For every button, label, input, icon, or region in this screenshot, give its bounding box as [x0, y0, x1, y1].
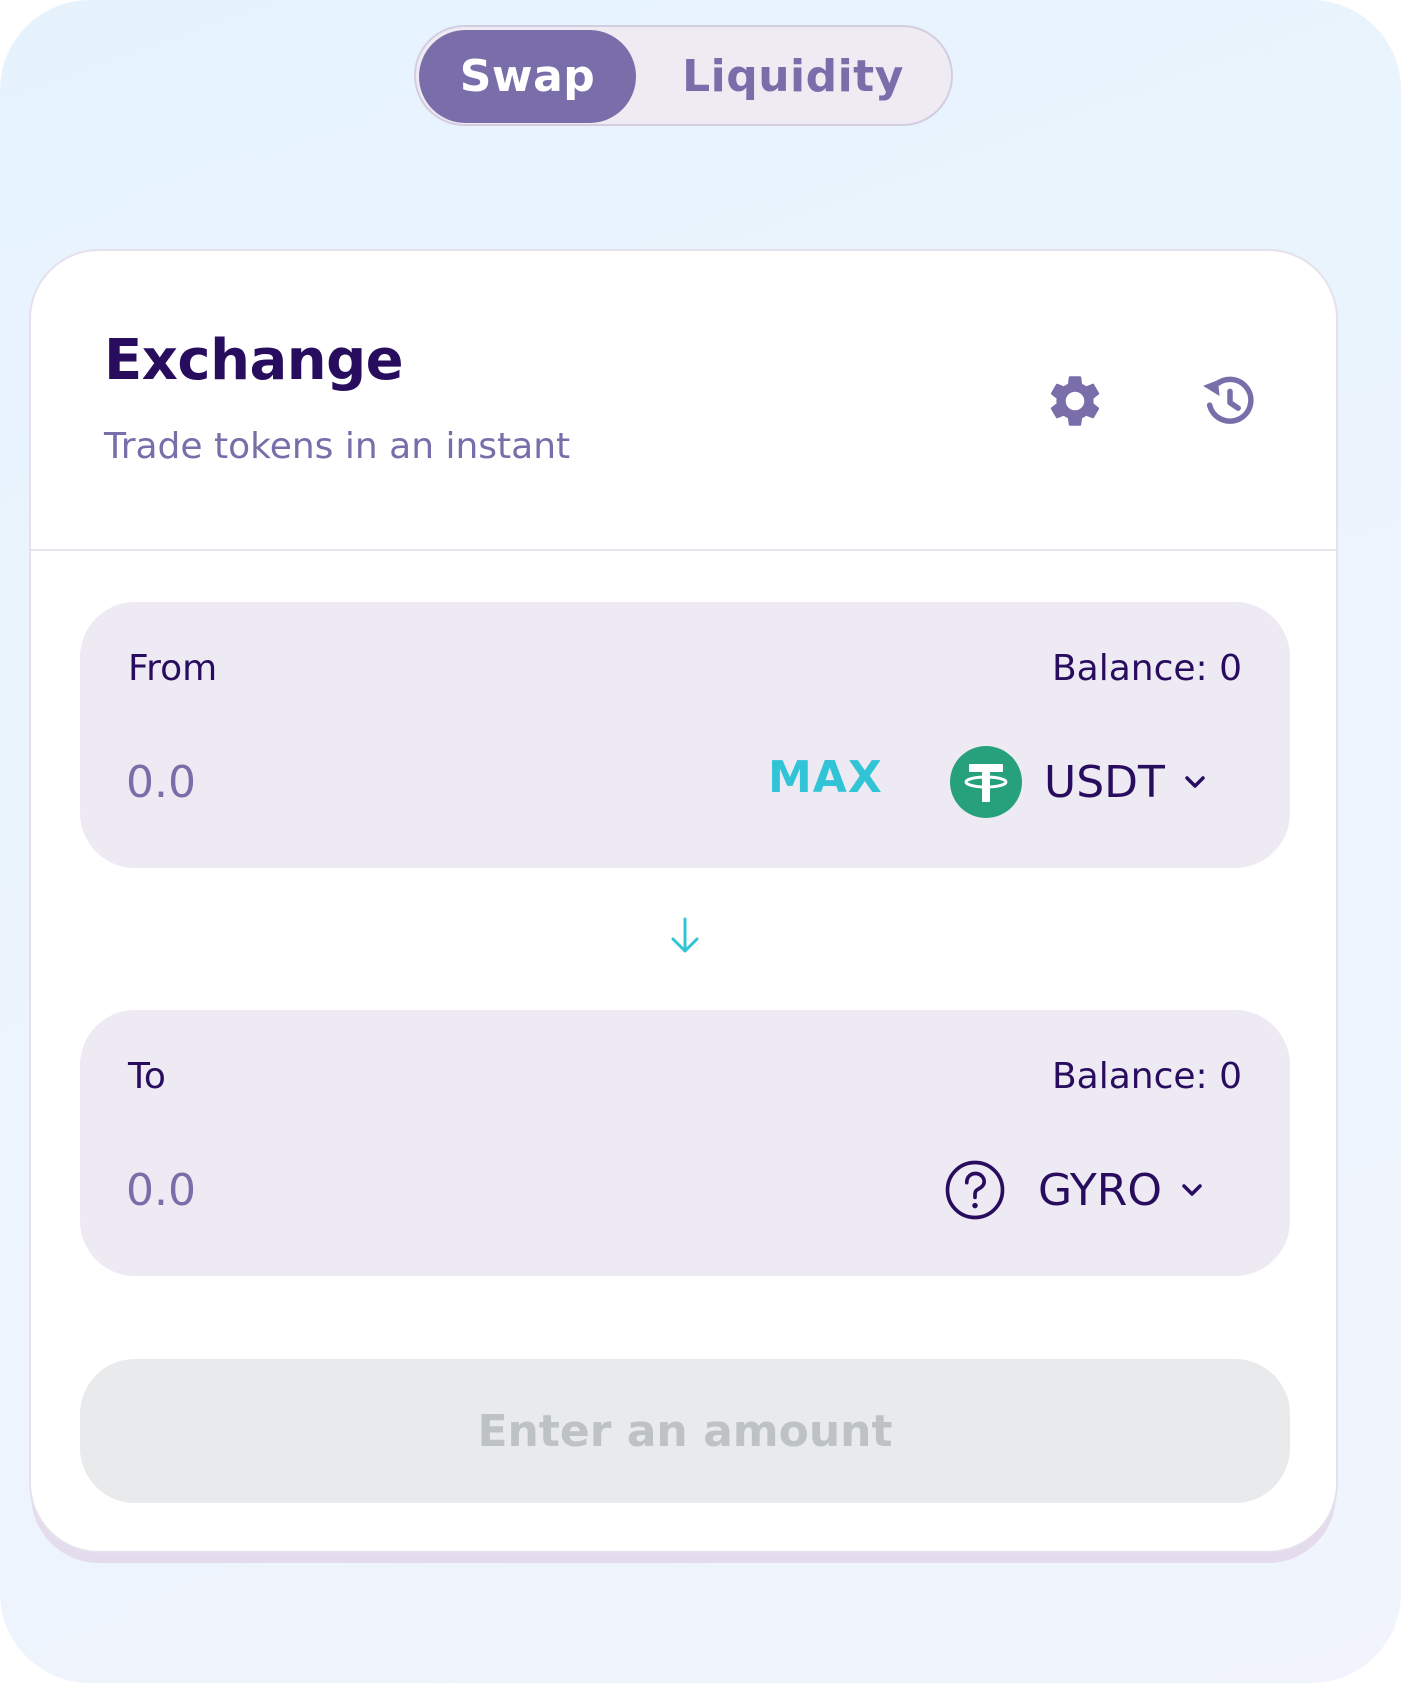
from-token-panel: From Balance: 0 MAX USDT	[80, 602, 1290, 868]
to-token-selector[interactable]: GYRO	[942, 1152, 1232, 1228]
page-subtitle: Trade tokens in an instant	[104, 426, 571, 467]
to-label: To	[128, 1056, 166, 1097]
enter-amount-button[interactable]: Enter an amount	[80, 1359, 1290, 1503]
from-amount-input[interactable]	[126, 752, 526, 812]
tab-liquidity[interactable]: Liquidity	[638, 30, 948, 123]
usdt-logo-icon	[950, 746, 1022, 818]
from-token-symbol: USDT	[1044, 756, 1165, 808]
chevron-down-icon	[1185, 776, 1205, 788]
exchange-card: Exchange Trade tokens in an instant From…	[29, 249, 1338, 1553]
to-balance: Balance: 0	[1051, 1056, 1242, 1097]
tab-swap[interactable]: Swap	[419, 30, 636, 123]
gear-icon	[1050, 376, 1100, 426]
history-icon	[1203, 376, 1254, 424]
from-balance: Balance: 0	[1051, 648, 1242, 689]
arrow-down-icon[interactable]	[665, 913, 705, 959]
to-token-panel: To Balance: 0 GYRO	[80, 1010, 1290, 1276]
to-amount-input[interactable]	[126, 1160, 526, 1220]
app-frame: Swap Liquidity Exchange Trade tokens in …	[0, 0, 1401, 1683]
max-button[interactable]: MAX	[768, 752, 883, 803]
to-token-symbol: GYRO	[1038, 1164, 1162, 1216]
settings-button[interactable]	[1035, 361, 1115, 441]
card-header: Exchange Trade tokens in an instant	[31, 251, 1336, 551]
history-button[interactable]	[1190, 361, 1270, 441]
chevron-down-icon	[1182, 1184, 1202, 1196]
page-title: Exchange	[104, 328, 404, 393]
question-circle-icon	[945, 1160, 1005, 1220]
from-token-selector[interactable]: USDT	[950, 744, 1240, 820]
from-label: From	[128, 648, 218, 689]
swap-liquidity-toggle: Swap Liquidity	[414, 25, 953, 126]
